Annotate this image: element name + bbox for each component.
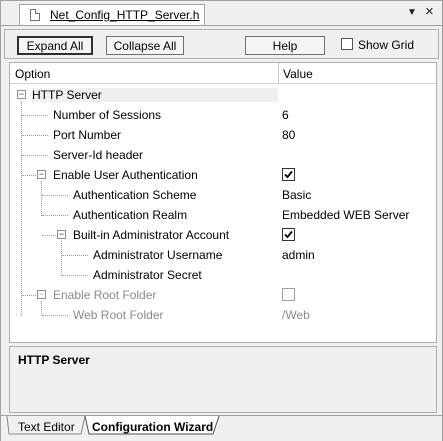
tree-row-web-root-folder[interactable]: Web Root Folder /Web bbox=[10, 305, 436, 325]
value-column-header[interactable]: Value bbox=[283, 67, 313, 81]
file-tab-strip: Net_Config_HTTP_Server.h ▼ × bbox=[1, 1, 442, 26]
tree-row-enable-root-folder[interactable]: − Enable Root Folder bbox=[10, 285, 436, 305]
tree-row-number-of-sessions[interactable]: Number of Sessions 6 bbox=[10, 105, 436, 125]
collapse-toggle[interactable]: − bbox=[37, 290, 46, 299]
column-separator[interactable] bbox=[278, 63, 279, 83]
tree-line bbox=[62, 275, 88, 276]
tab-configuration-wizard[interactable]: Configuration Wizard bbox=[92, 418, 213, 436]
tab-list-dropdown-icon[interactable]: ▼ bbox=[407, 7, 417, 18]
row-label: Enable User Authentication bbox=[53, 168, 198, 182]
config-grid: Option Value − HTTP Server Number of Ses… bbox=[9, 62, 437, 343]
tree-row-auth-realm[interactable]: Authentication Realm Embedded WEB Server bbox=[10, 205, 436, 225]
description-title: HTTP Server bbox=[18, 353, 90, 367]
row-value-checkbox-checked[interactable] bbox=[282, 168, 295, 181]
expand-all-button[interactable]: Expand All bbox=[17, 36, 93, 55]
row-label: Web Root Folder bbox=[73, 308, 164, 322]
row-value[interactable]: 80 bbox=[282, 128, 295, 142]
tree-line bbox=[42, 235, 56, 236]
row-label: Enable Root Folder bbox=[53, 288, 157, 302]
tree-line bbox=[62, 255, 88, 256]
row-label: Built-in Administrator Account bbox=[73, 228, 230, 242]
collapse-toggle[interactable]: − bbox=[17, 90, 26, 99]
row-value[interactable]: 6 bbox=[282, 108, 289, 122]
tree-row-auth-scheme[interactable]: Authentication Scheme Basic bbox=[10, 185, 436, 205]
row-label: Authentication Realm bbox=[73, 208, 188, 222]
collapse-toggle[interactable]: − bbox=[37, 170, 46, 179]
row-value-checkbox-unchecked[interactable] bbox=[282, 288, 295, 301]
tree-row-enable-user-auth[interactable]: − Enable User Authentication bbox=[10, 165, 436, 185]
row-value-checkbox-checked[interactable] bbox=[282, 228, 295, 241]
row-value[interactable]: /Web bbox=[282, 308, 310, 322]
collapse-all-label: Collapse All bbox=[113, 38, 177, 53]
option-column-header[interactable]: Option bbox=[15, 67, 50, 81]
row-label: Administrator Username bbox=[93, 248, 223, 262]
tree-line bbox=[22, 295, 36, 296]
help-button[interactable]: Help bbox=[245, 36, 325, 55]
tree-row-port-number[interactable]: Port Number 80 bbox=[10, 125, 436, 145]
tree-line bbox=[22, 115, 48, 116]
tree-line bbox=[22, 175, 36, 176]
tree-row-http-server[interactable]: − HTTP Server bbox=[10, 85, 436, 105]
show-grid-checkbox[interactable] bbox=[341, 38, 353, 50]
tree-line bbox=[42, 315, 68, 316]
expand-all-label: Expand All bbox=[26, 38, 84, 53]
collapse-toggle[interactable]: − bbox=[57, 230, 66, 239]
row-label: HTTP Server bbox=[32, 88, 278, 102]
row-label: Server-Id header bbox=[53, 148, 144, 162]
file-tab-label: Net_Config_HTTP_Server.h bbox=[50, 8, 200, 22]
tree-row-server-id-header[interactable]: Server-Id header bbox=[10, 145, 436, 165]
tree-line bbox=[22, 135, 48, 136]
help-label: Help bbox=[272, 38, 298, 53]
grid-header: Option Value bbox=[10, 63, 436, 84]
collapse-all-button[interactable]: Collapse All bbox=[106, 36, 184, 55]
row-label: Port Number bbox=[53, 128, 122, 142]
tree-row-admin-username[interactable]: Administrator Username admin bbox=[10, 245, 436, 265]
row-label: Administrator Secret bbox=[93, 268, 202, 282]
row-value[interactable]: admin bbox=[282, 248, 315, 262]
tree-row-builtin-admin[interactable]: − Built-in Administrator Account bbox=[10, 225, 436, 245]
toolbar: Expand All Collapse All Help Show Grid bbox=[4, 29, 439, 59]
bottom-tab-strip: Text Editor Configuration Wizard bbox=[1, 415, 442, 441]
file-tab[interactable]: Net_Config_HTTP_Server.h bbox=[19, 4, 205, 25]
close-icon[interactable]: × bbox=[425, 3, 434, 20]
tree-line bbox=[42, 215, 68, 216]
tab-text-editor[interactable]: Text Editor bbox=[18, 418, 75, 436]
row-label: Number of Sessions bbox=[53, 108, 162, 122]
tree-line bbox=[22, 155, 48, 156]
description-panel: HTTP Server bbox=[9, 346, 437, 413]
show-grid-label: Show Grid bbox=[358, 38, 415, 52]
file-icon bbox=[30, 9, 40, 21]
editor-window: Net_Config_HTTP_Server.h ▼ × Expand All … bbox=[0, 0, 443, 441]
row-label: Authentication Scheme bbox=[73, 188, 197, 202]
row-value[interactable]: Basic bbox=[282, 188, 311, 202]
tree-line bbox=[42, 195, 68, 196]
tree-row-admin-secret[interactable]: Administrator Secret bbox=[10, 265, 436, 285]
row-value[interactable]: Embedded WEB Server bbox=[282, 208, 409, 222]
